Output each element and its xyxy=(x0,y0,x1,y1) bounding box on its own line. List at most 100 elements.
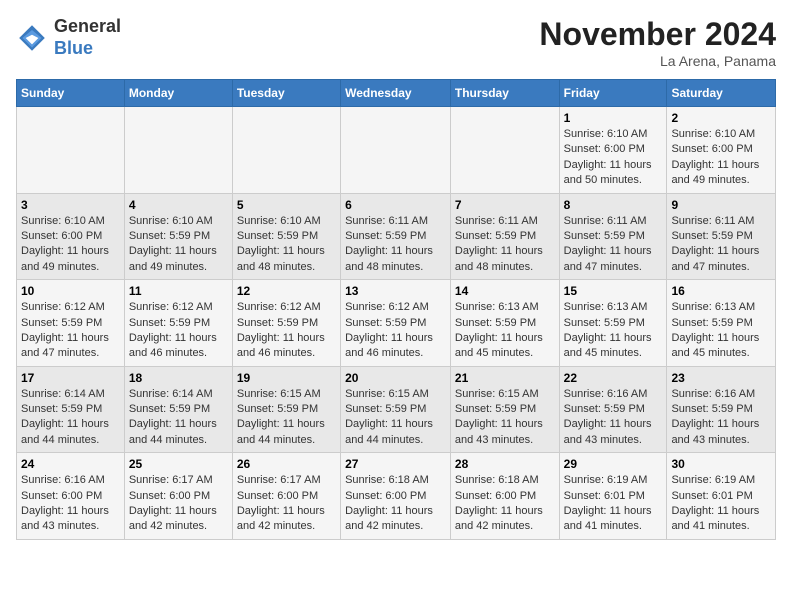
day-number: 15 xyxy=(564,284,663,298)
calendar-day-cell xyxy=(450,107,559,194)
day-number: 30 xyxy=(671,457,771,471)
day-info: Sunrise: 6:10 AM Sunset: 6:00 PM Dayligh… xyxy=(21,214,120,276)
calendar-header-row: SundayMondayTuesdayWednesdayThursdayFrid… xyxy=(17,80,776,107)
day-number: 25 xyxy=(129,457,228,471)
day-number: 18 xyxy=(129,371,228,385)
day-number: 12 xyxy=(237,284,336,298)
day-info: Sunrise: 6:17 AM Sunset: 6:00 PM Dayligh… xyxy=(129,473,228,535)
day-info: Sunrise: 6:10 AM Sunset: 6:00 PM Dayligh… xyxy=(671,127,771,189)
day-of-week-header: Thursday xyxy=(450,80,559,107)
calendar-week-row: 3 Sunrise: 6:10 AM Sunset: 6:00 PM Daylig… xyxy=(17,193,776,280)
calendar-day-cell: 19 Sunrise: 6:15 AM Sunset: 5:59 PM Dayli… xyxy=(232,366,340,453)
day-number: 27 xyxy=(345,457,446,471)
calendar-day-cell: 13 Sunrise: 6:12 AM Sunset: 5:59 PM Dayli… xyxy=(341,280,451,367)
calendar-day-cell xyxy=(17,107,125,194)
calendar-day-cell: 20 Sunrise: 6:15 AM Sunset: 5:59 PM Dayli… xyxy=(341,366,451,453)
calendar-week-row: 10 Sunrise: 6:12 AM Sunset: 5:59 PM Dayli… xyxy=(17,280,776,367)
day-info: Sunrise: 6:16 AM Sunset: 6:00 PM Dayligh… xyxy=(21,473,120,535)
day-number: 20 xyxy=(345,371,446,385)
day-info: Sunrise: 6:10 AM Sunset: 5:59 PM Dayligh… xyxy=(237,214,336,276)
calendar-day-cell: 9 Sunrise: 6:11 AM Sunset: 5:59 PM Daylig… xyxy=(667,193,776,280)
calendar-week-row: 1 Sunrise: 6:10 AM Sunset: 6:00 PM Daylig… xyxy=(17,107,776,194)
calendar-day-cell: 5 Sunrise: 6:10 AM Sunset: 5:59 PM Daylig… xyxy=(232,193,340,280)
calendar-day-cell: 25 Sunrise: 6:17 AM Sunset: 6:00 PM Dayli… xyxy=(124,453,232,540)
calendar-day-cell: 15Sunrise: 6:13 AM Sunset: 5:59 PM Dayli… xyxy=(559,280,667,367)
location: La Arena, Panama xyxy=(539,53,776,69)
calendar-day-cell: 22 Sunrise: 6:16 AM Sunset: 5:59 PM Dayli… xyxy=(559,366,667,453)
calendar-week-row: 24 Sunrise: 6:16 AM Sunset: 6:00 PM Dayli… xyxy=(17,453,776,540)
day-of-week-header: Wednesday xyxy=(341,80,451,107)
day-number: 2 xyxy=(671,111,771,125)
day-info: Sunrise: 6:15 AM Sunset: 5:59 PM Dayligh… xyxy=(345,387,446,449)
day-info: Sunrise: 6:14 AM Sunset: 5:59 PM Dayligh… xyxy=(129,387,228,449)
calendar-day-cell: 26 Sunrise: 6:17 AM Sunset: 6:00 PM Dayli… xyxy=(232,453,340,540)
calendar-day-cell: 14Sunrise: 6:13 AM Sunset: 5:59 PM Dayli… xyxy=(450,280,559,367)
day-number: 26 xyxy=(237,457,336,471)
day-number: 1 xyxy=(564,111,663,125)
day-info: Sunrise: 6:18 AM Sunset: 6:00 PM Dayligh… xyxy=(455,473,555,535)
day-of-week-header: Friday xyxy=(559,80,667,107)
calendar-day-cell: 21Sunrise: 6:15 AM Sunset: 5:59 PM Dayli… xyxy=(450,366,559,453)
day-number: 7 xyxy=(455,198,555,212)
day-number: 3 xyxy=(21,198,120,212)
calendar-day-cell: 16Sunrise: 6:13 AM Sunset: 5:59 PM Dayli… xyxy=(667,280,776,367)
day-info: Sunrise: 6:15 AM Sunset: 5:59 PM Dayligh… xyxy=(237,387,336,449)
calendar-day-cell: 17 Sunrise: 6:14 AM Sunset: 5:59 PM Dayli… xyxy=(17,366,125,453)
day-number: 28 xyxy=(455,457,555,471)
calendar-table: SundayMondayTuesdayWednesdayThursdayFrid… xyxy=(16,79,776,540)
day-info: Sunrise: 6:10 AM Sunset: 5:59 PM Dayligh… xyxy=(129,214,228,276)
calendar-day-cell: 30 Sunrise: 6:19 AM Sunset: 6:01 PM Dayli… xyxy=(667,453,776,540)
day-info: Sunrise: 6:11 AM Sunset: 5:59 PM Dayligh… xyxy=(455,214,555,276)
calendar-day-cell: 29 Sunrise: 6:19 AM Sunset: 6:01 PM Dayli… xyxy=(559,453,667,540)
day-info: Sunrise: 6:12 AM Sunset: 5:59 PM Dayligh… xyxy=(345,300,446,362)
calendar-day-cell: 8Sunrise: 6:11 AM Sunset: 5:59 PM Daylig… xyxy=(559,193,667,280)
day-number: 14 xyxy=(455,284,555,298)
day-number: 22 xyxy=(564,371,663,385)
day-number: 21 xyxy=(455,371,555,385)
day-number: 10 xyxy=(21,284,120,298)
logo-text: General Blue xyxy=(54,16,121,59)
day-number: 17 xyxy=(21,371,120,385)
day-number: 6 xyxy=(345,198,446,212)
day-of-week-header: Sunday xyxy=(17,80,125,107)
calendar-day-cell: 28 Sunrise: 6:18 AM Sunset: 6:00 PM Dayli… xyxy=(450,453,559,540)
calendar-day-cell xyxy=(232,107,340,194)
logo-icon xyxy=(16,22,48,54)
day-number: 13 xyxy=(345,284,446,298)
calendar-day-cell: 10Sunrise: 6:12 AM Sunset: 5:59 PM Dayli… xyxy=(17,280,125,367)
day-number: 19 xyxy=(237,371,336,385)
month-title: November 2024 xyxy=(539,16,776,53)
day-info: Sunrise: 6:18 AM Sunset: 6:00 PM Dayligh… xyxy=(345,473,446,535)
calendar-day-cell xyxy=(124,107,232,194)
day-info: Sunrise: 6:11 AM Sunset: 5:59 PM Dayligh… xyxy=(671,214,771,276)
day-info: Sunrise: 6:19 AM Sunset: 6:01 PM Dayligh… xyxy=(564,473,663,535)
day-info: Sunrise: 6:12 AM Sunset: 5:59 PM Dayligh… xyxy=(237,300,336,362)
day-number: 11 xyxy=(129,284,228,298)
calendar-day-cell: 24 Sunrise: 6:16 AM Sunset: 6:00 PM Dayli… xyxy=(17,453,125,540)
calendar-day-cell: 12 Sunrise: 6:12 AM Sunset: 5:59 PM Dayli… xyxy=(232,280,340,367)
calendar-day-cell: 11Sunrise: 6:12 AM Sunset: 5:59 PM Dayli… xyxy=(124,280,232,367)
day-number: 23 xyxy=(671,371,771,385)
calendar-day-cell: 6 Sunrise: 6:11 AM Sunset: 5:59 PM Daylig… xyxy=(341,193,451,280)
day-info: Sunrise: 6:17 AM Sunset: 6:00 PM Dayligh… xyxy=(237,473,336,535)
day-info: Sunrise: 6:13 AM Sunset: 5:59 PM Dayligh… xyxy=(671,300,771,362)
calendar-day-cell: 3 Sunrise: 6:10 AM Sunset: 6:00 PM Daylig… xyxy=(17,193,125,280)
calendar-day-cell: 27 Sunrise: 6:18 AM Sunset: 6:00 PM Dayli… xyxy=(341,453,451,540)
day-number: 29 xyxy=(564,457,663,471)
day-info: Sunrise: 6:16 AM Sunset: 5:59 PM Dayligh… xyxy=(564,387,663,449)
calendar-day-cell xyxy=(341,107,451,194)
day-number: 4 xyxy=(129,198,228,212)
calendar-day-cell: 4 Sunrise: 6:10 AM Sunset: 5:59 PM Daylig… xyxy=(124,193,232,280)
day-info: Sunrise: 6:14 AM Sunset: 5:59 PM Dayligh… xyxy=(21,387,120,449)
day-info: Sunrise: 6:16 AM Sunset: 5:59 PM Dayligh… xyxy=(671,387,771,449)
calendar-day-cell: 23 Sunrise: 6:16 AM Sunset: 5:59 PM Dayli… xyxy=(667,366,776,453)
day-info: Sunrise: 6:19 AM Sunset: 6:01 PM Dayligh… xyxy=(671,473,771,535)
day-number: 9 xyxy=(671,198,771,212)
day-number: 24 xyxy=(21,457,120,471)
day-number: 8 xyxy=(564,198,663,212)
day-of-week-header: Tuesday xyxy=(232,80,340,107)
calendar-week-row: 17 Sunrise: 6:14 AM Sunset: 5:59 PM Dayli… xyxy=(17,366,776,453)
day-info: Sunrise: 6:11 AM Sunset: 5:59 PM Dayligh… xyxy=(345,214,446,276)
calendar-day-cell: 1Sunrise: 6:10 AM Sunset: 6:00 PM Daylig… xyxy=(559,107,667,194)
day-number: 5 xyxy=(237,198,336,212)
